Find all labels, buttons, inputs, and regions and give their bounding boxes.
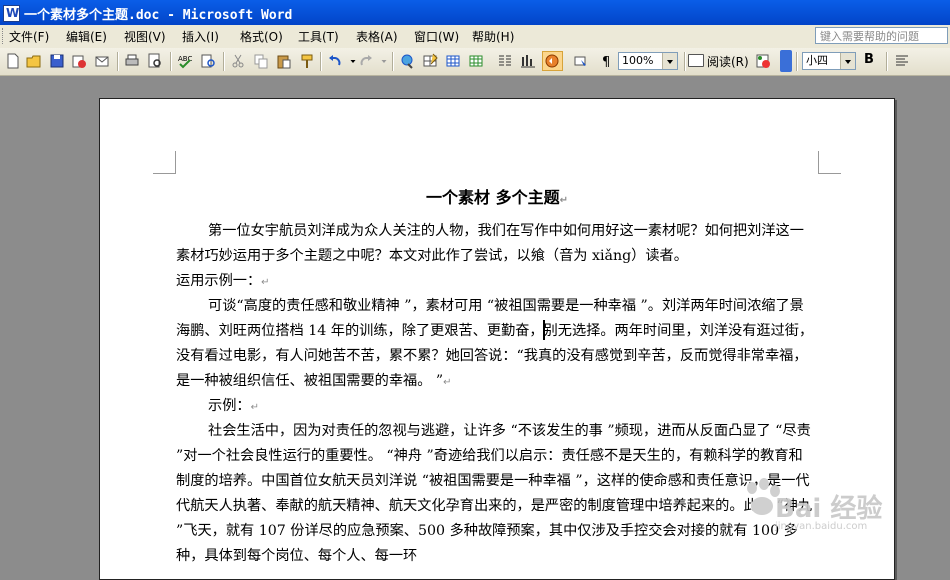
paragraph-text: 社会生活中，因为对责任的忽视与逃避，让许多 “不该发生的事 ”频现，进而从反面凸… xyxy=(176,423,813,564)
menu-insert[interactable]: 插入(I) xyxy=(182,28,219,45)
menu-window[interactable]: 窗口(W) xyxy=(414,28,459,45)
paragraph-sample-body: 社会生活中，因为对责任的忽视与逃避，让许多 “不该发生的事 ”频现，进而从反面凸… xyxy=(176,419,816,569)
redo-dropdown-arrow[interactable] xyxy=(375,52,387,70)
ask-question-box[interactable]: 键入需要帮助的问题 xyxy=(815,27,948,44)
book-icon xyxy=(688,54,704,67)
new-document-icon[interactable] xyxy=(4,52,22,70)
paragraph-text: 第一位女宇航员刘洋成为众人关注的人物，我们在写作中如何用好这一素材呢？如何把刘洋… xyxy=(176,223,804,264)
permission-icon[interactable] xyxy=(70,52,88,70)
paragraph-mark: ↵ xyxy=(261,277,270,288)
svg-text:¶: ¶ xyxy=(602,55,610,70)
print-preview-icon[interactable] xyxy=(146,52,164,70)
window-title: 一个素材多个主题.doc - Microsoft Word xyxy=(24,8,293,23)
toolbar-separator xyxy=(223,52,225,71)
watermark-text: Bai 经验 xyxy=(775,494,883,524)
columns-icon[interactable] xyxy=(496,52,514,70)
menu-table[interactable]: 表格(A) xyxy=(356,28,398,45)
read-mode-label: 阅读(R) xyxy=(707,55,749,69)
save-icon[interactable] xyxy=(48,52,66,70)
paragraph-sample-heading: 示例：↵ xyxy=(176,394,816,420)
toolbar-separator xyxy=(684,52,686,71)
document-map-icon[interactable] xyxy=(542,51,563,71)
paste-icon[interactable] xyxy=(275,52,293,70)
paragraph-text: 运用示例一： xyxy=(176,273,262,289)
zoom-dropdown[interactable]: 100% xyxy=(618,52,678,70)
title-bar: 一个素材多个主题.doc - Microsoft Word xyxy=(0,0,950,25)
toolbar-options-chevron[interactable] xyxy=(780,50,792,72)
toolbar-separator xyxy=(320,52,322,71)
margin-corner-mark xyxy=(818,151,841,174)
font-size-dropdown[interactable]: 小四 xyxy=(802,52,856,70)
toolbar-separator xyxy=(117,52,119,71)
menu-view[interactable]: 视图(V) xyxy=(124,28,166,45)
font-size-dropdown-arrow[interactable] xyxy=(840,53,855,69)
document-title-text: 一个素材 多个主题 xyxy=(426,188,560,207)
menu-edit[interactable]: 编辑(E) xyxy=(66,28,107,45)
toolbar-separator xyxy=(796,52,798,71)
align-left-icon[interactable] xyxy=(893,52,911,70)
copy-icon[interactable] xyxy=(252,52,270,70)
insert-excel-icon[interactable] xyxy=(467,52,485,70)
menubar-grip-handle[interactable] xyxy=(2,28,6,44)
paragraph-mark: ↵ xyxy=(443,377,452,388)
paragraph-text: 可谈“高度的责任感和敬业精神 ”，素材可用 “被祖国需要是一种幸福 ”。刘洋两年… xyxy=(176,298,814,389)
redo-icon[interactable] xyxy=(357,52,375,70)
text-cursor xyxy=(543,320,545,340)
document-title: 一个素材 多个主题↵ xyxy=(100,184,894,208)
paragraph-mark: ↵ xyxy=(250,402,259,413)
research-icon[interactable] xyxy=(199,52,217,70)
paragraph-text: 示例： xyxy=(208,398,251,414)
menu-tools[interactable]: 工具(T) xyxy=(298,28,339,45)
zoom-value: 100% xyxy=(622,54,654,67)
read-mode-button[interactable]: 阅读(R) xyxy=(688,53,749,70)
margin-corner-mark xyxy=(153,151,176,174)
zoom-dropdown-arrow[interactable] xyxy=(662,53,677,69)
toolbar-separator xyxy=(392,52,394,71)
paragraph-example-heading: 运用示例一：↵ xyxy=(176,269,816,295)
paragraph-mark: ↵ xyxy=(559,195,568,206)
font-size-value: 小四 xyxy=(806,54,828,67)
paragraph-example-body: 可谈“高度的责任感和敬业精神 ”，素材可用 “被祖国需要是一种幸福 ”。刘洋两年… xyxy=(176,294,816,395)
toolbar-separator xyxy=(170,52,172,71)
hyperlink-icon[interactable] xyxy=(399,52,417,70)
email-icon[interactable] xyxy=(93,52,111,70)
format-painter-icon[interactable] xyxy=(298,52,316,70)
watermark-url: jingyan.baidu.com xyxy=(775,521,868,532)
paragraph-intro: 第一位女宇航员刘洋成为众人关注的人物，我们在写作中如何用好这一素材呢？如何把刘洋… xyxy=(176,219,816,269)
menu-help[interactable]: 帮助(H) xyxy=(472,28,514,45)
open-folder-icon[interactable] xyxy=(25,52,43,70)
insert-table-icon[interactable] xyxy=(444,52,462,70)
help-icon[interactable] xyxy=(754,52,772,70)
print-icon[interactable] xyxy=(123,52,141,70)
standard-toolbar: ABC ¶ 100% 阅读(R) 小四 B xyxy=(0,48,950,76)
spelling-icon[interactable]: ABC xyxy=(176,52,194,70)
baidu-jingyan-watermark: Bai 经验 jingyan.baidu.com xyxy=(775,488,882,532)
svg-text:ABC: ABC xyxy=(178,55,192,63)
show-hide-icon[interactable] xyxy=(572,52,590,70)
toolbar-separator xyxy=(886,52,888,71)
word-app-icon[interactable] xyxy=(3,5,20,22)
paragraph-mark-icon[interactable]: ¶ xyxy=(598,52,612,70)
bold-button[interactable]: B xyxy=(864,52,874,67)
menu-format[interactable]: 格式(O) xyxy=(240,28,283,45)
drawing-icon[interactable] xyxy=(519,52,537,70)
cut-icon[interactable] xyxy=(229,52,247,70)
menu-file[interactable]: 文件(F) xyxy=(9,28,49,45)
undo-dropdown-arrow[interactable] xyxy=(344,52,356,70)
undo-icon[interactable] xyxy=(326,52,344,70)
tables-borders-icon[interactable] xyxy=(421,52,439,70)
menu-bar: 文件(F) 编辑(E) 视图(V) 插入(I) 格式(O) 工具(T) 表格(A… xyxy=(0,25,950,49)
